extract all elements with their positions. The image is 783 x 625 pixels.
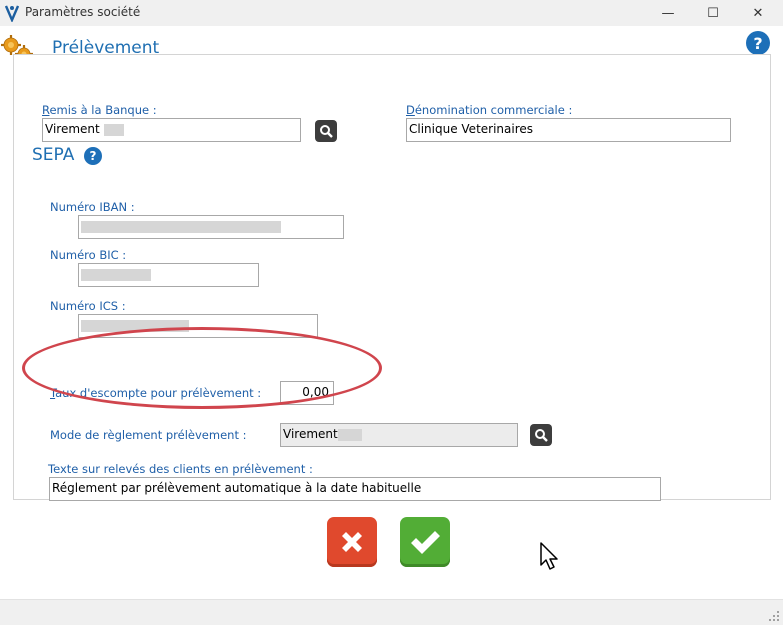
bic-field[interactable]	[78, 263, 259, 287]
redacted-text	[337, 428, 362, 441]
trade-name-field[interactable]: Clinique Veterinaires	[406, 118, 731, 142]
search-icon	[535, 429, 548, 442]
payment-mode-field[interactable]: Virement	[280, 423, 518, 447]
payment-mode-search-button[interactable]	[530, 424, 552, 446]
payment-mode-label: Mode de règlement prélèvement :	[50, 428, 247, 442]
ics-label: Numéro ICS :	[50, 299, 126, 313]
statement-text-label: Texte sur relevés des clients en prélève…	[48, 462, 313, 476]
bank-field[interactable]: Virement	[42, 118, 301, 142]
bic-label: Numéro BIC :	[50, 248, 127, 262]
bank-search-button[interactable]	[315, 120, 337, 142]
statement-text-field[interactable]: Réglement par prélèvement automatique à …	[49, 477, 661, 501]
mouse-cursor-icon	[540, 542, 558, 570]
app-logo-icon	[5, 5, 19, 22]
cross-icon	[342, 532, 362, 552]
help-icon[interactable]: ?	[746, 31, 770, 55]
resize-grip-icon[interactable]	[768, 610, 780, 622]
maximize-button[interactable]: ☐	[690, 0, 736, 26]
iban-label: Numéro IBAN :	[50, 200, 135, 214]
redacted-text	[81, 220, 281, 233]
title-bar: Paramètres société — ☐ ✕	[0, 0, 783, 26]
ok-button[interactable]	[400, 517, 450, 567]
checkmark-icon	[411, 531, 440, 554]
redacted-text	[103, 123, 124, 136]
bank-label: Remis à la Banque :	[42, 103, 157, 117]
trade-name-label: Dénomination commerciale :	[406, 103, 573, 117]
iban-field[interactable]	[78, 215, 344, 239]
redacted-text	[81, 268, 151, 281]
sepa-help-icon[interactable]: ?	[84, 147, 102, 165]
search-icon	[320, 125, 333, 138]
cancel-button[interactable]	[327, 517, 377, 567]
close-button[interactable]: ✕	[735, 0, 781, 26]
minimize-button[interactable]: —	[645, 0, 691, 26]
highlight-ellipse	[22, 327, 382, 409]
status-bar	[0, 599, 783, 625]
sepa-title: SEPA	[32, 145, 75, 165]
window-title: Paramètres société	[25, 5, 141, 19]
